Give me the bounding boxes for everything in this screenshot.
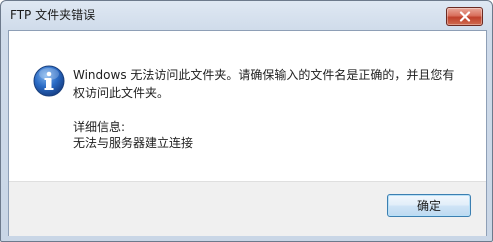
close-icon (459, 11, 470, 22)
error-message: Windows 无法访问此文件夹。请确保输入的文件名是正确的，并且您有权访问此文… (73, 68, 455, 100)
message-panel: Windows 无法访问此文件夹。请确保输入的文件名是正确的，并且您有权访问此文… (9, 31, 486, 181)
title-bar[interactable]: FTP 文件夹错误 (1, 1, 492, 30)
dialog-client-area: Windows 无法访问此文件夹。请确保输入的文件名是正确的，并且您有权访问此文… (8, 30, 487, 236)
details-text: 无法与服务器建立连接 (73, 136, 194, 150)
dialog-window: FTP 文件夹错误 Windows 无法访问此文件夹。请确保输入的文件名是正确的… (0, 0, 493, 242)
ok-button[interactable]: 确定 (387, 194, 471, 217)
close-button[interactable] (446, 7, 483, 26)
button-bar: 确定 (9, 181, 486, 236)
window-title: FTP 文件夹错误 (10, 8, 96, 22)
info-icon (33, 65, 65, 97)
details-label: 详细信息: (73, 120, 126, 134)
